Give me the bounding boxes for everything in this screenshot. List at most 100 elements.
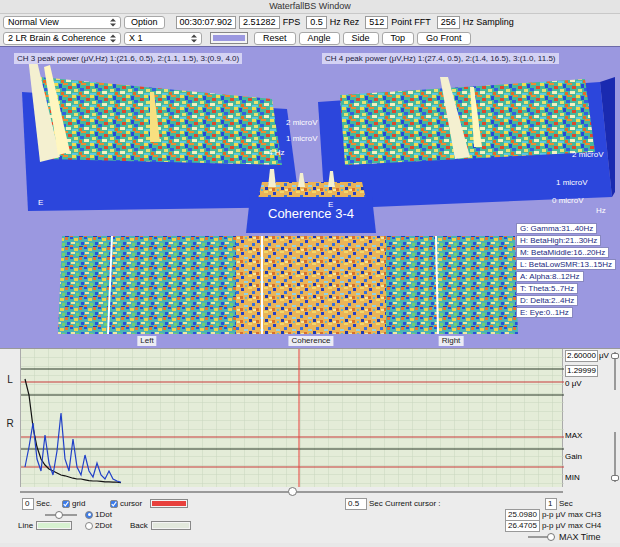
- view-button[interactable]: Top: [382, 32, 415, 45]
- trace-chart[interactable]: [20, 349, 563, 487]
- resolution-unit: Hz Rez: [330, 18, 360, 27]
- ch3-peak-label: CH 3 peak power (μV,Hz) 1:(21.6, 0.5), 2…: [14, 53, 242, 64]
- max-time-slider-track[interactable]: [528, 536, 554, 538]
- start-field[interactable]: 0: [22, 498, 34, 510]
- cursor-color-swatch: [152, 501, 186, 506]
- view-button[interactable]: Angle: [299, 32, 340, 45]
- trace-plot: [21, 349, 564, 487]
- radio-row[interactable]: 1Dot: [85, 511, 505, 519]
- title-bar: WaterfallBS Window: [0, 0, 620, 14]
- grid-checkbox[interactable]: [62, 500, 70, 508]
- panel-label: Right: [439, 336, 464, 346]
- scale-top-field[interactable]: 2.60000: [565, 350, 598, 362]
- radio-label: 1Dot: [95, 511, 112, 519]
- zoom-slider-thumb[interactable]: [55, 511, 63, 519]
- waterfall-3d-view[interactable]: CH 3 peak power (μV,Hz) 1:(21.6, 0.5), 2…: [0, 46, 620, 348]
- time-field[interactable]: 00:30:07.902: [176, 16, 237, 29]
- legend-item: M: BetaMiddle:16..20Hz: [516, 247, 609, 258]
- gain-labels: MAX Gain MIN: [565, 432, 582, 482]
- cursor-line[interactable]: [299, 349, 300, 487]
- zoom-select[interactable]: X 1: [124, 32, 202, 45]
- window-title: WaterfallBS Window: [269, 2, 351, 11]
- trace-panel: L R 2.60000 μV 1.29999: [0, 348, 620, 486]
- grid-checkbox-row[interactable]: grid: [62, 500, 110, 508]
- span-unit: Sec: [559, 500, 573, 508]
- scale-readings: 2.60000 μV 1.29999 0 μV: [565, 350, 609, 390]
- axis-label: 1 microV: [556, 179, 588, 187]
- radio-button[interactable]: [85, 511, 93, 519]
- controls: 0 Sec. grid cursor 0.5 Sec Current curso…: [0, 498, 620, 543]
- background-swatch: [213, 35, 245, 41]
- axis-label: 2 microV: [572, 151, 604, 159]
- max-time-slider-thumb[interactable]: [547, 533, 555, 541]
- gain-slider-track[interactable]: [614, 432, 616, 482]
- legend-item: A: Alpha:8..12Hz: [516, 271, 584, 282]
- fft-field[interactable]: 512: [365, 16, 388, 29]
- layout-select[interactable]: 2 LR Brain & Coherence: [3, 32, 121, 45]
- radio-button[interactable]: [85, 522, 93, 530]
- fps-unit: FPS: [283, 18, 301, 27]
- axis-label: 4 Hz: [268, 149, 284, 157]
- coherence-title: Coherence 3-4: [268, 207, 354, 220]
- legend-item: E: Eye:0..1Hz: [516, 307, 573, 318]
- trace-line: [25, 379, 121, 483]
- view-button[interactable]: Go Front: [417, 32, 471, 45]
- fps-field[interactable]: 2.51282: [239, 16, 280, 29]
- controls-row: 1Dot 25.0980 p-p μV max CH3: [0, 509, 620, 520]
- line-color-well[interactable]: [36, 521, 72, 530]
- panel-label: Coherence: [288, 336, 333, 346]
- scale-column: 2.60000 μV 1.29999 0 μV MAX Gain MIN: [563, 349, 620, 486]
- back-color-swatch: [153, 523, 189, 528]
- back-color-group: Back: [130, 521, 505, 530]
- view-buttons: ResetAngleSideTopGo Front: [254, 32, 471, 45]
- radio-row[interactable]: 2Dot: [85, 522, 130, 530]
- toolbar-row: Normal View Option 00:30:07.902 2.51282 …: [0, 14, 620, 30]
- span-group: 1 Sec: [545, 498, 573, 510]
- layout-value: 2 LR Brain & Coherence: [8, 34, 106, 43]
- scale-mid-field[interactable]: 1.29999: [565, 365, 598, 377]
- controls-row: 0 Sec. grid cursor 0.5 Sec Current curso…: [0, 498, 620, 509]
- zoom-value: X 1: [129, 34, 143, 43]
- scale-slider-track[interactable]: [614, 352, 616, 390]
- sampling-field[interactable]: 256: [437, 16, 460, 29]
- ch4-max-group: 26.4705 p-p μV max CH4: [505, 520, 601, 532]
- axis-label: E: [38, 199, 43, 207]
- resolution-field[interactable]: 0.5: [306, 16, 327, 29]
- back-color-well[interactable]: [151, 521, 191, 530]
- zoom-slider-group: [0, 514, 85, 516]
- max-time-label: MAX Time: [559, 533, 601, 542]
- scale-slider-thumb[interactable]: [611, 353, 619, 359]
- view-button[interactable]: Reset: [254, 32, 296, 45]
- current-cursor-field[interactable]: 0.5: [345, 498, 367, 510]
- cursor-color-well[interactable]: [150, 499, 188, 508]
- cursor-slider-thumb[interactable]: [288, 487, 297, 496]
- right-channel-label: R: [6, 419, 13, 429]
- ch3-max-label: p-p μV max CH3: [542, 511, 601, 519]
- start-group: 0 Sec.: [0, 498, 62, 510]
- axis-label: Hz: [596, 207, 606, 215]
- option-button[interactable]: Option: [124, 16, 165, 29]
- legend-item: L: BetaLowSMR:13..15Hz: [516, 259, 616, 270]
- cursor-checkbox[interactable]: [110, 500, 118, 508]
- cursor-slider-track[interactable]: [20, 491, 563, 493]
- legend-item: G: Gamma:31..40Hz: [516, 223, 597, 234]
- scale-top: 2.60000 μV: [565, 350, 609, 362]
- axis-label: E: [328, 201, 333, 209]
- line-color-swatch: [38, 523, 70, 528]
- spacer: [565, 390, 618, 432]
- zoom-slider-track[interactable]: [45, 514, 77, 516]
- controls-row: Line 2Dot Back 26.4705 p-p μV max CH4: [0, 520, 620, 531]
- span-field[interactable]: 1: [545, 498, 557, 510]
- cursor-checkbox-row[interactable]: cursor: [110, 499, 230, 508]
- legend-item: T: Theta:5..7Hz: [516, 283, 578, 294]
- ch4-max-field[interactable]: 26.4705: [505, 520, 540, 532]
- cursor-label: cursor: [120, 500, 142, 508]
- view-button[interactable]: Side: [343, 32, 379, 45]
- view-mode-select[interactable]: Normal View: [3, 16, 121, 29]
- gain-slider-thumb[interactable]: [611, 475, 619, 481]
- view-mode-value: Normal View: [8, 18, 59, 27]
- line-color-label: Line: [18, 522, 33, 530]
- updown-icon: [110, 34, 116, 43]
- sampling-unit: Hz Sampling: [463, 18, 514, 27]
- background-color-well[interactable]: [210, 32, 248, 44]
